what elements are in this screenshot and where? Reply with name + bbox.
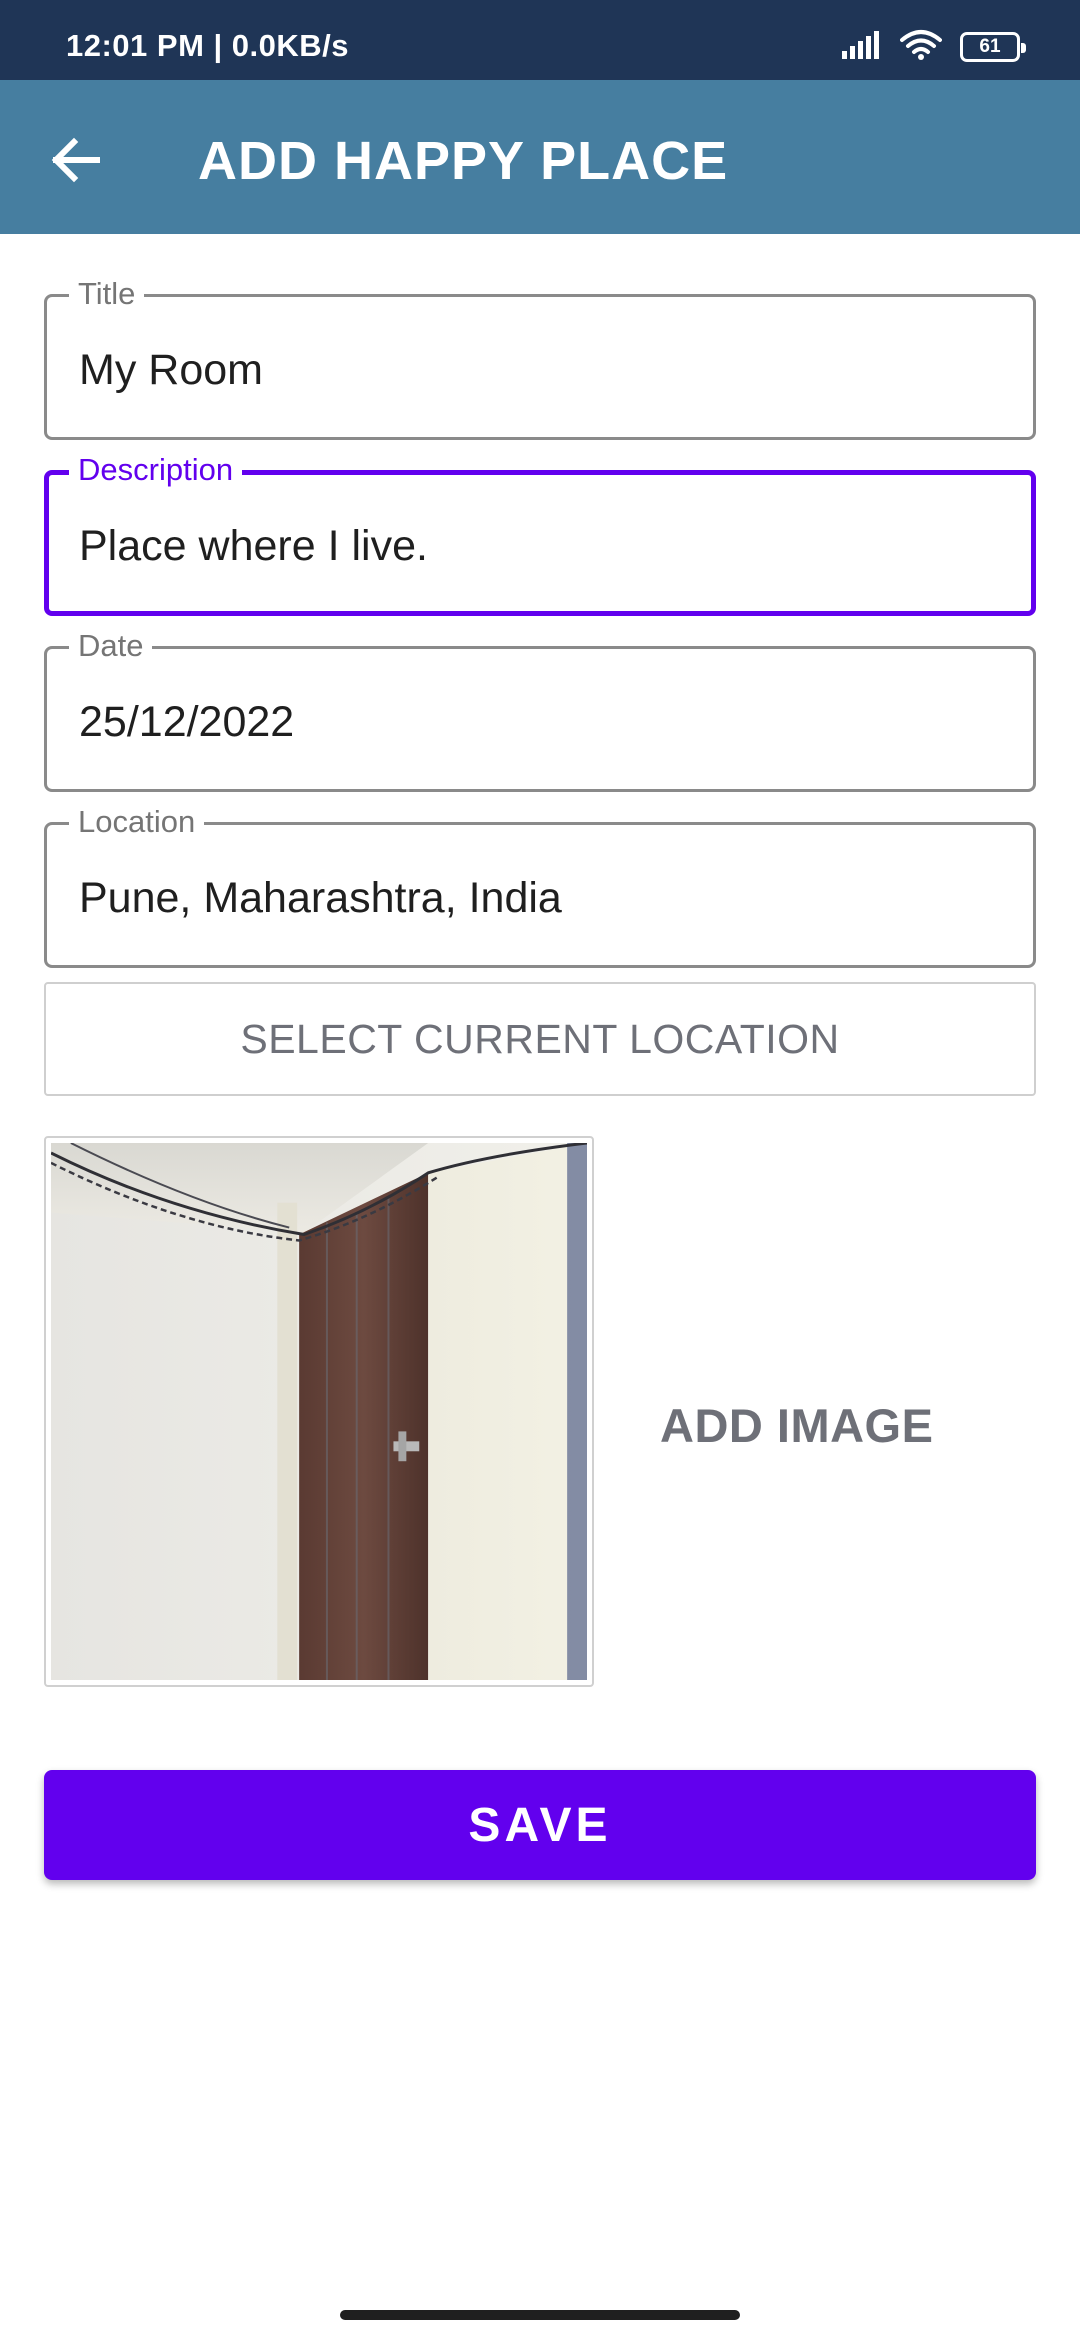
location-input[interactable]: Pune, Maharashtra, India [79,872,562,924]
signal-icon [842,30,882,64]
app-bar: ADD HAPPY PLACE [0,80,1080,234]
description-label: Description [69,451,243,489]
battery-icon: 61 [960,32,1026,62]
title-label: Title [69,275,145,313]
battery-level: 61 [979,36,1001,57]
place-image[interactable] [44,1136,594,1687]
status-icons: 61 [842,29,1026,66]
save-button[interactable]: SAVE [44,1770,1036,1880]
wifi-icon [900,29,942,66]
page-title: ADD HAPPY PLACE [198,131,729,191]
title-input[interactable]: My Room [79,344,263,396]
home-indicator[interactable] [340,2310,740,2320]
add-image-button[interactable]: ADD IMAGE [660,1398,933,1453]
select-current-location-button[interactable]: SELECT CURRENT LOCATION [44,982,1036,1096]
back-button[interactable] [36,120,116,200]
date-label: Date [69,627,153,665]
title-field[interactable]: Title My Room [44,275,1036,440]
location-label: Location [69,803,205,841]
arrow-back-icon [51,137,100,183]
date-field[interactable]: Date 25/12/2022 [44,627,1036,792]
location-field[interactable]: Location Pune, Maharashtra, India [44,803,1036,968]
room-photo [51,1143,587,1680]
description-input[interactable]: Place where I live. [79,520,428,572]
date-input[interactable]: 25/12/2022 [79,696,294,748]
description-field[interactable]: Description Place where I live. [44,451,1036,616]
status-time: 12:01 PM | 0.0KB/s [66,28,350,63]
status-bar: 12:01 PM | 0.0KB/s 61 [0,0,1080,80]
